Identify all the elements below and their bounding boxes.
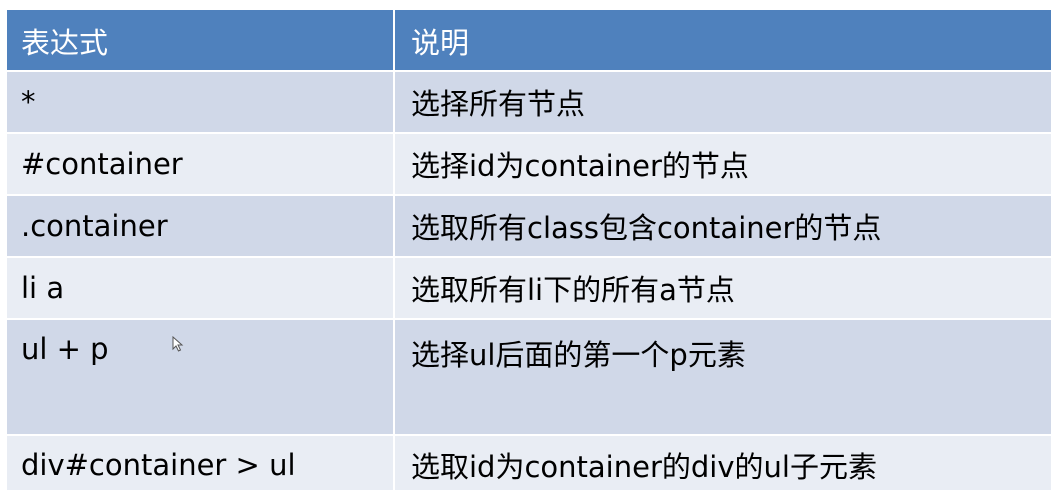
table-row: .container 选取所有class包含container的节点 (5, 194, 1053, 258)
header-description: 说明 (393, 8, 1053, 72)
expression-cell: #container (5, 132, 395, 196)
selector-table: 表达式 说明 * 选择所有节点 #container 选择id为containe… (5, 8, 1053, 490)
table-header-row: 表达式 说明 (5, 8, 1053, 72)
mouse-pointer-icon (172, 336, 184, 352)
table-row: * 选择所有节点 (5, 70, 1053, 134)
slide: 表达式 说明 * 选择所有节点 #container 选择id为containe… (0, 0, 1056, 490)
description-cell: 选择ul后面的第一个p元素 (393, 318, 1053, 436)
expression-cell: div#container > ul (5, 434, 395, 490)
table-row: ul + p 选择ul后面的第一个p元素 (5, 318, 1053, 436)
description-cell: 选择所有节点 (393, 70, 1053, 134)
description-cell: 选取id为container的div的ul子元素 (393, 434, 1053, 490)
expression-cell: li a (5, 256, 395, 320)
description-cell: 选取所有li下的所有a节点 (393, 256, 1053, 320)
expression-cell: .container (5, 194, 395, 258)
table-row: li a 选取所有li下的所有a节点 (5, 256, 1053, 320)
description-cell: 选择id为container的节点 (393, 132, 1053, 196)
header-expression: 表达式 (5, 8, 395, 72)
table-row: #container 选择id为container的节点 (5, 132, 1053, 196)
table-row: div#container > ul 选取id为container的div的ul… (5, 434, 1053, 490)
description-cell: 选取所有class包含container的节点 (393, 194, 1053, 258)
expression-cell: * (5, 70, 395, 134)
expression-cell: ul + p (5, 318, 395, 436)
